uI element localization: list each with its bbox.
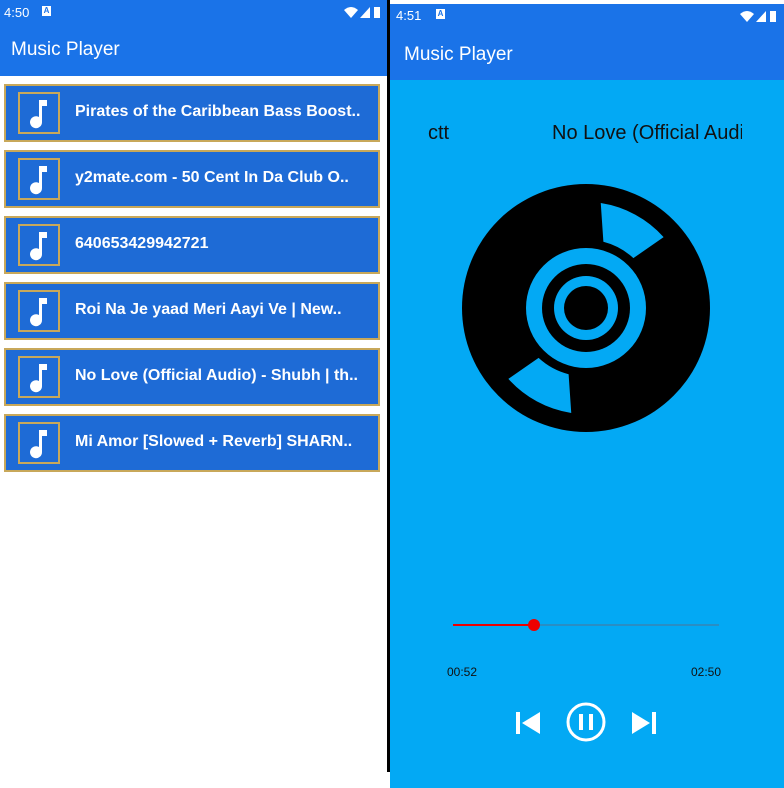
seek-thumb[interactable]: [528, 619, 541, 631]
song-list-item[interactable]: 640653429942721: [4, 216, 380, 274]
seek-bar[interactable]: [453, 619, 719, 631]
song-list: Pirates of the Caribbean Bass Boost.. y2…: [4, 84, 380, 480]
song-list-item[interactable]: Roi Na Je yaad Meri Aayi Ve | New..: [4, 282, 380, 340]
song-title: 640653429942721: [75, 235, 209, 252]
song-title: Mi Amor [Slowed + Reverb] SHARN..: [75, 433, 353, 450]
seek-progress: [453, 624, 535, 626]
signal-icon: [756, 11, 766, 22]
sim-icon: A: [42, 6, 51, 16]
now-playing-title: No Love (Official Audio): [552, 122, 742, 144]
app-bar: Music Player: [0, 24, 388, 76]
music-note-icon: [18, 356, 60, 398]
signal-icon: [360, 7, 370, 18]
song-title: y2mate.com - 50 Cent In Da Club O..: [75, 169, 349, 186]
song-title: No Love (Official Audio) - Shubh | th..: [75, 367, 358, 384]
wifi-icon: [740, 11, 754, 22]
status-icons: [344, 7, 380, 18]
song-list-screen: 4:50 A Music Player Pirates of the Carib…: [0, 0, 388, 772]
pause-icon[interactable]: [565, 701, 607, 743]
battery-icon: [770, 11, 776, 22]
disc-icon: [462, 184, 710, 432]
sim-icon: A: [436, 9, 445, 19]
player-screen: 4:51 A Music Player ctt No Love (Officia…: [390, 4, 784, 788]
app-bar: Music Player: [390, 26, 784, 80]
music-note-icon: [18, 290, 60, 332]
current-time: 00:52: [447, 665, 478, 679]
music-note-icon: [18, 158, 60, 200]
marquee-tail-text: ctt: [428, 122, 450, 144]
app-title: Music Player: [404, 44, 513, 65]
song-list-item[interactable]: Pirates of the Caribbean Bass Boost..: [4, 84, 380, 142]
status-time: 4:50: [4, 5, 30, 20]
battery-icon: [374, 7, 380, 18]
song-list-item[interactable]: Mi Amor [Slowed + Reverb] SHARN..: [4, 414, 380, 472]
skip-next-icon[interactable]: [630, 703, 658, 743]
status-bar: 4:51 A: [390, 4, 784, 26]
song-title: Pirates of the Caribbean Bass Boost..: [75, 103, 361, 120]
song-list-item[interactable]: y2mate.com - 50 Cent In Da Club O..: [4, 150, 380, 208]
wifi-icon: [344, 7, 358, 18]
status-bar: 4:50 A: [0, 0, 388, 24]
skip-previous-icon[interactable]: [514, 703, 542, 743]
total-time: 02:50: [691, 665, 722, 679]
app-title: Music Player: [11, 39, 120, 60]
song-title: Roi Na Je yaad Meri Aayi Ve | New..: [75, 301, 342, 318]
music-note-icon: [18, 92, 60, 134]
status-time: 4:51: [396, 8, 422, 23]
status-icons: [740, 11, 776, 22]
music-note-icon: [18, 422, 60, 464]
music-note-icon: [18, 224, 60, 266]
song-list-item[interactable]: No Love (Official Audio) - Shubh | th..: [4, 348, 380, 406]
